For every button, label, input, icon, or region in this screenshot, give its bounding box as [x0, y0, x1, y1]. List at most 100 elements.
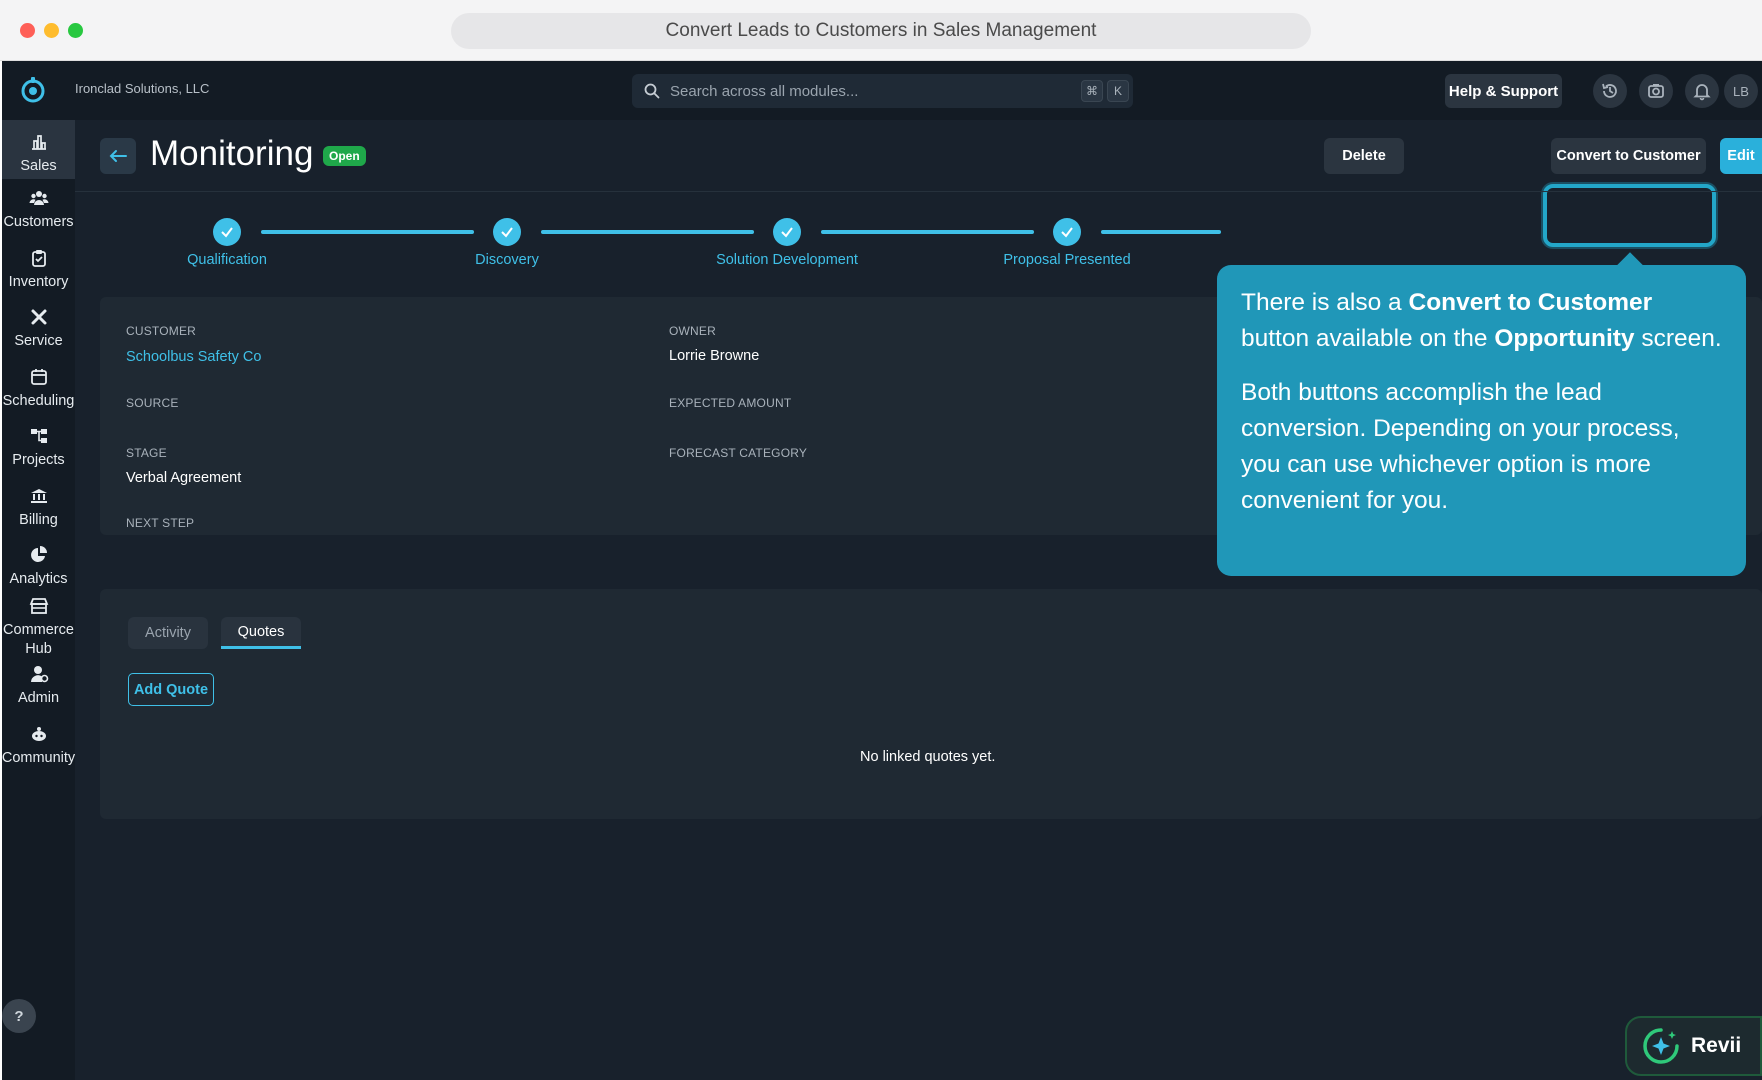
owner-label: OWNER	[669, 324, 716, 338]
delete-button[interactable]: Delete	[1324, 138, 1404, 174]
browser-window: Convert Leads to Customers in Sales Mana…	[0, 0, 1762, 1080]
tab-activity[interactable]: Activity	[128, 617, 208, 649]
step-complete-3[interactable]	[773, 218, 801, 246]
app-root: Ironclad Solutions, LLC Search across al…	[2, 61, 1762, 1080]
empty-state-text: No linked quotes yet.	[860, 749, 996, 765]
title-bar: Convert Leads to Customers in Sales Mana…	[0, 0, 1762, 61]
revii-assistant-button[interactable]: Revii	[1625, 1016, 1762, 1076]
sidebar-item-analytics[interactable]: Analytics	[2, 545, 75, 589]
step-label-solution-development: Solution Development	[716, 252, 858, 268]
user-gear-icon	[30, 666, 48, 683]
sidebar-item-scheduling[interactable]: Scheduling	[2, 367, 75, 411]
edit-button[interactable]: Edit	[1720, 138, 1762, 174]
sidebar-item-label: Service	[14, 333, 63, 349]
sidebar-item-community[interactable]: Community	[2, 724, 75, 768]
sidebar-item-inventory[interactable]: Inventory	[2, 248, 75, 292]
step-connector	[261, 230, 474, 234]
tooltip-paragraph-1: There is also a Convert to Customer butt…	[1241, 285, 1722, 357]
header-divider	[75, 191, 1762, 192]
maximize-window-button[interactable]	[68, 23, 83, 38]
sidebar-item-commerce-hub[interactable]: Commerce Hub	[2, 596, 75, 659]
convert-to-customer-button[interactable]: Convert to Customer	[1551, 138, 1706, 174]
users-icon	[29, 191, 48, 205]
add-quote-button[interactable]: Add Quote	[128, 673, 214, 706]
tooltip-text: There is also a	[1241, 289, 1409, 316]
arrow-left-icon	[109, 150, 127, 162]
community-icon	[31, 727, 46, 741]
tab-quotes[interactable]: Quotes	[221, 617, 301, 649]
check-icon	[501, 227, 513, 238]
store-icon	[29, 598, 48, 614]
step-connector	[821, 230, 1034, 234]
hierarchy-icon	[30, 429, 47, 443]
step-connector	[541, 230, 754, 234]
sidebar-item-label: Scheduling	[2, 393, 75, 409]
check-icon	[1061, 227, 1073, 238]
top-bar: Ironclad Solutions, LLC Search across al…	[2, 61, 1762, 120]
calendar-icon	[30, 369, 47, 385]
back-button[interactable]	[100, 138, 136, 174]
close-window-button[interactable]	[20, 23, 35, 38]
owner-value: Lorrie Browne	[669, 348, 760, 364]
clipboard-icon	[31, 250, 46, 267]
step-complete-2[interactable]	[493, 218, 521, 246]
camera-button[interactable]	[1639, 74, 1673, 108]
bank-icon	[30, 489, 47, 503]
shortcut-k-key: K	[1107, 80, 1129, 102]
sidebar-item-admin[interactable]: Admin	[2, 664, 75, 708]
sidebar-item-customers[interactable]: Customers	[2, 188, 75, 232]
sidebar-item-label: Analytics	[9, 571, 68, 587]
notifications-button[interactable]	[1685, 74, 1719, 108]
app-logo-icon[interactable]	[18, 75, 48, 105]
sidebar-item-label-line2: Hub	[25, 641, 52, 657]
sidebar-item-label: Community	[2, 750, 75, 766]
step-label-discovery: Discovery	[475, 252, 539, 268]
status-badge: Open	[323, 146, 366, 166]
revii-label: Revii	[1691, 1034, 1742, 1057]
sidebar-item-label: Admin	[17, 690, 60, 706]
source-label: SOURCE	[126, 396, 179, 410]
step-label-qualification: Qualification	[187, 252, 267, 268]
sidebar-item-label: Sales	[20, 158, 57, 174]
tooltip-text: button available on the	[1241, 325, 1495, 352]
tools-icon	[31, 309, 46, 325]
guide-tooltip: There is also a Convert to Customer butt…	[1217, 252, 1746, 576]
tooltip-emphasis: Convert to Customer	[1408, 289, 1653, 316]
company-name[interactable]: Ironclad Solutions, LLC	[75, 81, 209, 96]
window-title: Convert Leads to Customers in Sales Mana…	[451, 13, 1311, 49]
sidebar-item-label: Billing	[19, 512, 58, 528]
shortcut-cmd-key: ⌘	[1081, 80, 1103, 102]
check-icon	[781, 227, 793, 238]
next-step-label: NEXT STEP	[126, 516, 195, 530]
sidebar-item-billing[interactable]: Billing	[2, 486, 75, 530]
user-avatar[interactable]: LB	[1724, 74, 1758, 108]
forecast-category-label: FORECAST CATEGORY	[669, 446, 808, 460]
sidebar-item-projects[interactable]: Projects	[2, 426, 75, 470]
bell-icon	[1693, 84, 1711, 101]
history-icon	[1602, 83, 1617, 98]
stage-value: Verbal Agreement	[126, 470, 242, 486]
global-search-input[interactable]: Search across all modules... ⌘ K	[632, 74, 1133, 108]
stage-label: STAGE	[126, 446, 167, 460]
history-button[interactable]	[1593, 74, 1627, 108]
minimize-window-button[interactable]	[44, 23, 59, 38]
tooltip-paragraph-2: Both buttons accomplish the lead convers…	[1241, 379, 1680, 514]
check-icon	[221, 227, 233, 238]
convert-button-highlight	[1543, 184, 1716, 247]
tooltip-arrow	[1617, 252, 1643, 278]
bar-chart-icon	[31, 135, 46, 150]
sidebar-item-sales[interactable]: Sales	[2, 120, 75, 179]
sidebar-item-label: Customers	[3, 214, 74, 230]
sidebar-item-service[interactable]: Service	[2, 307, 75, 351]
step-label-proposal-presented: Proposal Presented	[1003, 252, 1131, 268]
step-complete-4[interactable]	[1053, 218, 1081, 246]
help-support-button[interactable]: Help & Support	[1445, 74, 1562, 108]
search-icon	[644, 83, 660, 99]
step-complete-1[interactable]	[213, 218, 241, 246]
sidebar-item-label: Inventory	[8, 274, 69, 290]
search-placeholder: Search across all modules...	[670, 82, 859, 100]
tooltip-text: screen.	[1634, 325, 1722, 352]
page-title: Monitoring	[150, 134, 314, 173]
help-question-button[interactable]: ?	[2, 999, 36, 1033]
customer-link[interactable]: Schoolbus Safety Co	[126, 349, 261, 365]
